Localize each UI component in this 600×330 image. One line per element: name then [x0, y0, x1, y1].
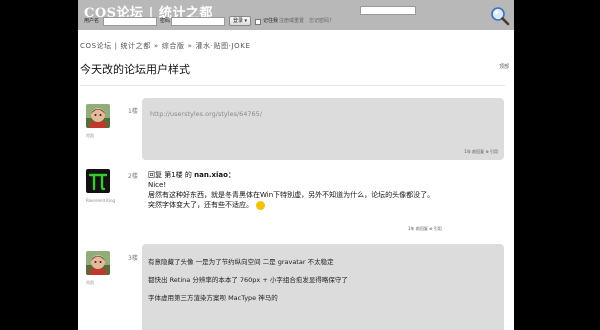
post-line: 有意隐藏了头像 一是为了节约纵向空间 二是 gravatar 不太稳定	[148, 258, 334, 266]
breadcrumb-item-board[interactable]: 综合版	[162, 42, 185, 50]
post-floor: 1楼	[128, 108, 138, 115]
avatar[interactable]	[86, 251, 110, 275]
post-floor: 2楼	[128, 173, 138, 180]
avatar[interactable]	[86, 169, 110, 193]
post-author[interactable]: 肖凯	[86, 133, 94, 139]
remember-checkbox[interactable]	[255, 19, 261, 25]
login-button[interactable]: 登录 ▾	[229, 16, 251, 26]
post-line: 都快出 Retina 分辨率的本本了 760px + 小字组合愈发显得略保守了	[148, 276, 348, 284]
post-author[interactable]: Reverend King	[86, 198, 115, 203]
title-divider	[80, 85, 505, 86]
password-label: 密码	[160, 18, 171, 24]
post-line: 突然字体变大了，还有些不适应。	[148, 201, 253, 209]
post-content: 回复 第1楼 的 nan.xiao： Nice! 居然有这种好东西，就是冬青黑体…	[148, 170, 434, 210]
password-input[interactable]	[171, 17, 225, 26]
breadcrumb-separator: »	[153, 42, 159, 50]
reply-to-user[interactable]: nan.xiao：	[194, 171, 235, 179]
register-link[interactable]: 注册或重置	[279, 17, 304, 24]
post-author[interactable]: 肖凯	[86, 280, 94, 286]
post-line: Nice!	[148, 181, 167, 189]
back-to-top-link[interactable]: 顶部	[499, 63, 509, 70]
post-meta[interactable]: 1年 前回复 ⊕ 引用	[408, 226, 442, 232]
site-header: COS论坛 | 统计之都 用户名 密码 登录 ▾ 记住我 注册或重置 忘记密码？	[78, 0, 514, 30]
reply-quote: 回复 第1楼 的 nan.xiao：	[148, 170, 434, 180]
post-meta[interactable]: 1年 前回复 ⊕ 引用	[464, 149, 498, 155]
breadcrumb: COS论坛 | 统计之都» 综合版» 灌水·贴图·JOKE	[80, 41, 251, 51]
forum-page: COS论坛 | 统计之都 用户名 密码 登录 ▾ 记住我 注册或重置 忘记密码？…	[78, 0, 514, 330]
post-line: 字体虚用第三方渲染方案呗 MacType 神马的	[148, 294, 278, 302]
page-title: 今天改的论坛用户样式	[80, 63, 190, 76]
post-line-with-emoji: 突然字体变大了，还有些不适应。	[148, 200, 434, 210]
post-bubble: http://userstyles.org/styles/64765/ 1年 前…	[142, 98, 504, 160]
remember-label: 记住我	[263, 18, 279, 24]
breadcrumb-item-subboard[interactable]: 灌水·贴图·JOKE	[195, 42, 250, 50]
breadcrumb-separator: »	[187, 42, 193, 50]
search-input[interactable]	[360, 6, 416, 15]
breadcrumb-item-home[interactable]: COS论坛 | 统计之都	[80, 42, 151, 50]
post-line: 居然有这种好东西，就是冬青黑体在Win下特别虚，另外不知道为什么，论坛的头像都没…	[148, 191, 435, 199]
username-input[interactable]	[103, 17, 157, 26]
avatar[interactable]	[86, 104, 110, 128]
post-link[interactable]: http://userstyles.org/styles/64765/	[150, 110, 262, 118]
post-floor: 3楼	[128, 255, 138, 262]
smiley-icon	[256, 200, 265, 210]
reply-prefix: 回复 第1楼 的	[148, 171, 192, 179]
forgot-password-link[interactable]: 忘记密码？	[309, 17, 334, 24]
username-label: 用户名	[84, 18, 100, 24]
search-icon[interactable]	[490, 6, 510, 26]
post-bubble: 有意隐藏了头像 一是为了节约纵向空间 二是 gravatar 不太稳定 都快出 …	[142, 244, 504, 330]
